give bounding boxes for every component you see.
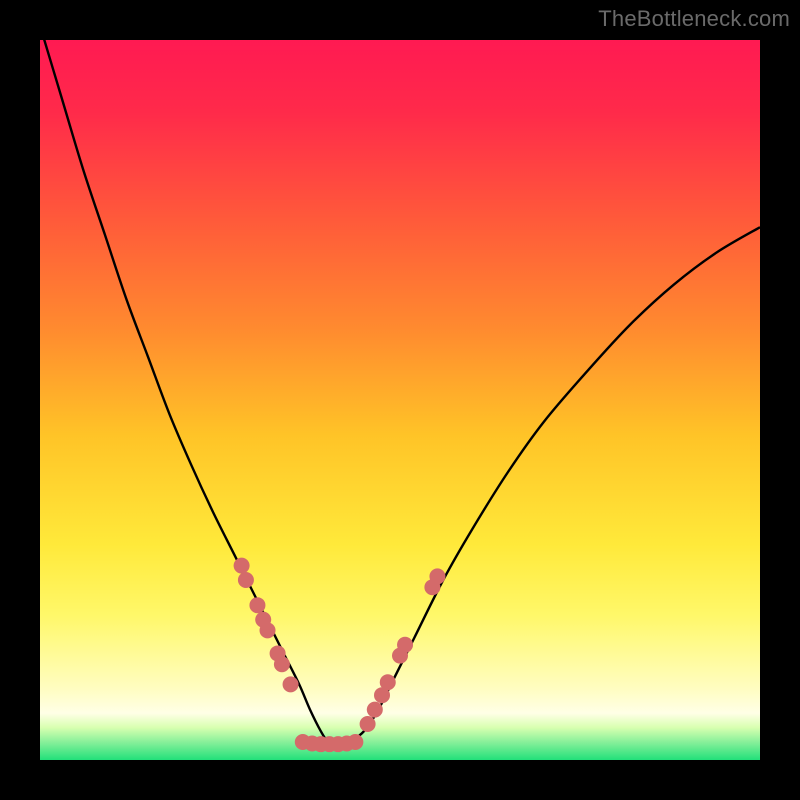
- data-point: [367, 702, 383, 718]
- data-point: [429, 568, 445, 584]
- data-point: [360, 716, 376, 732]
- plot-area: [40, 40, 760, 760]
- chart-frame: TheBottleneck.com: [0, 0, 800, 800]
- data-point: [397, 637, 413, 653]
- data-point: [234, 558, 250, 574]
- data-point: [249, 597, 265, 613]
- data-point: [283, 676, 299, 692]
- data-points: [234, 558, 446, 753]
- curve-layer: [40, 40, 760, 760]
- data-point: [238, 572, 254, 588]
- watermark-text: TheBottleneck.com: [598, 6, 790, 32]
- data-point: [274, 656, 290, 672]
- data-point: [260, 622, 276, 638]
- data-point: [380, 674, 396, 690]
- data-point: [347, 734, 363, 750]
